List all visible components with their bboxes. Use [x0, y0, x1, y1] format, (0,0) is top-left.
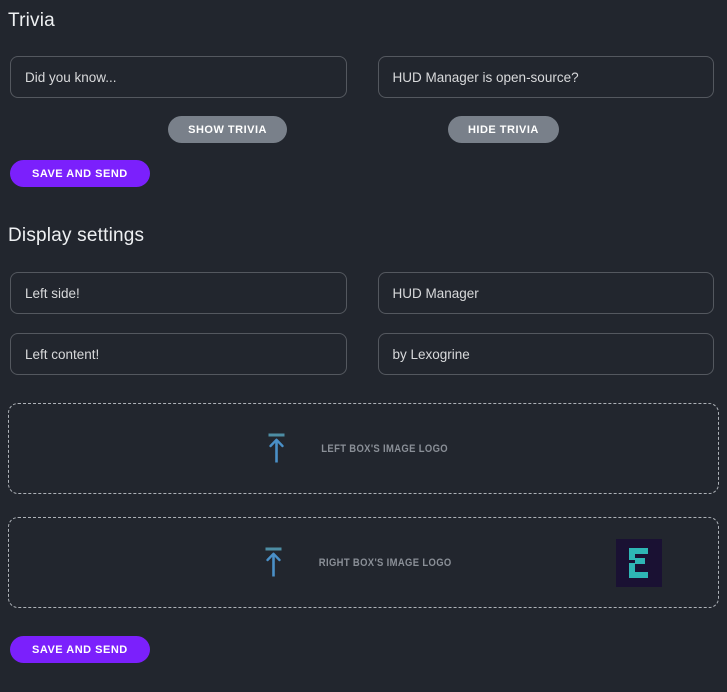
left-content-input[interactable] [10, 333, 347, 375]
upload-icon [268, 433, 285, 464]
show-trivia-button[interactable]: SHOW TRIVIA [168, 116, 287, 143]
left-side-title-input[interactable] [10, 272, 347, 314]
display-settings-section: Display settings LEFT BOX'S IMAGE LOGO [0, 224, 727, 663]
right-logo-dropzone[interactable]: RIGHT BOX'S IMAGE LOGO [8, 517, 719, 608]
settings-page: Trivia SHOW TRIVIA HIDE TRIVIA SAVE AND … [0, 9, 727, 663]
trivia-save-and-send-button[interactable]: SAVE AND SEND [10, 160, 150, 187]
trivia-section-title: Trivia [8, 9, 727, 33]
display-settings-title: Display settings [8, 224, 727, 248]
letter-E-logo-image [616, 539, 662, 587]
upload-icon [265, 547, 282, 578]
trivia-answer-input[interactable] [378, 56, 715, 98]
left-logo-dropzone-label: LEFT BOX'S IMAGE LOGO [322, 443, 449, 455]
hide-trivia-button[interactable]: HIDE TRIVIA [448, 116, 559, 143]
display-settings-fields [10, 272, 714, 375]
trivia-section: Trivia SHOW TRIVIA HIDE TRIVIA SAVE AND … [0, 9, 727, 187]
trivia-fields-row [10, 56, 714, 98]
left-logo-dropzone[interactable]: LEFT BOX'S IMAGE LOGO [8, 403, 719, 494]
display-save-and-send-button[interactable]: SAVE AND SEND [10, 636, 150, 663]
right-logo-dropzone-label: RIGHT BOX'S IMAGE LOGO [319, 557, 452, 569]
trivia-question-input[interactable] [10, 56, 347, 98]
right-content-input[interactable] [378, 333, 715, 375]
trivia-buttons-row: SHOW TRIVIA HIDE TRIVIA [0, 116, 727, 143]
right-side-title-input[interactable] [378, 272, 715, 314]
